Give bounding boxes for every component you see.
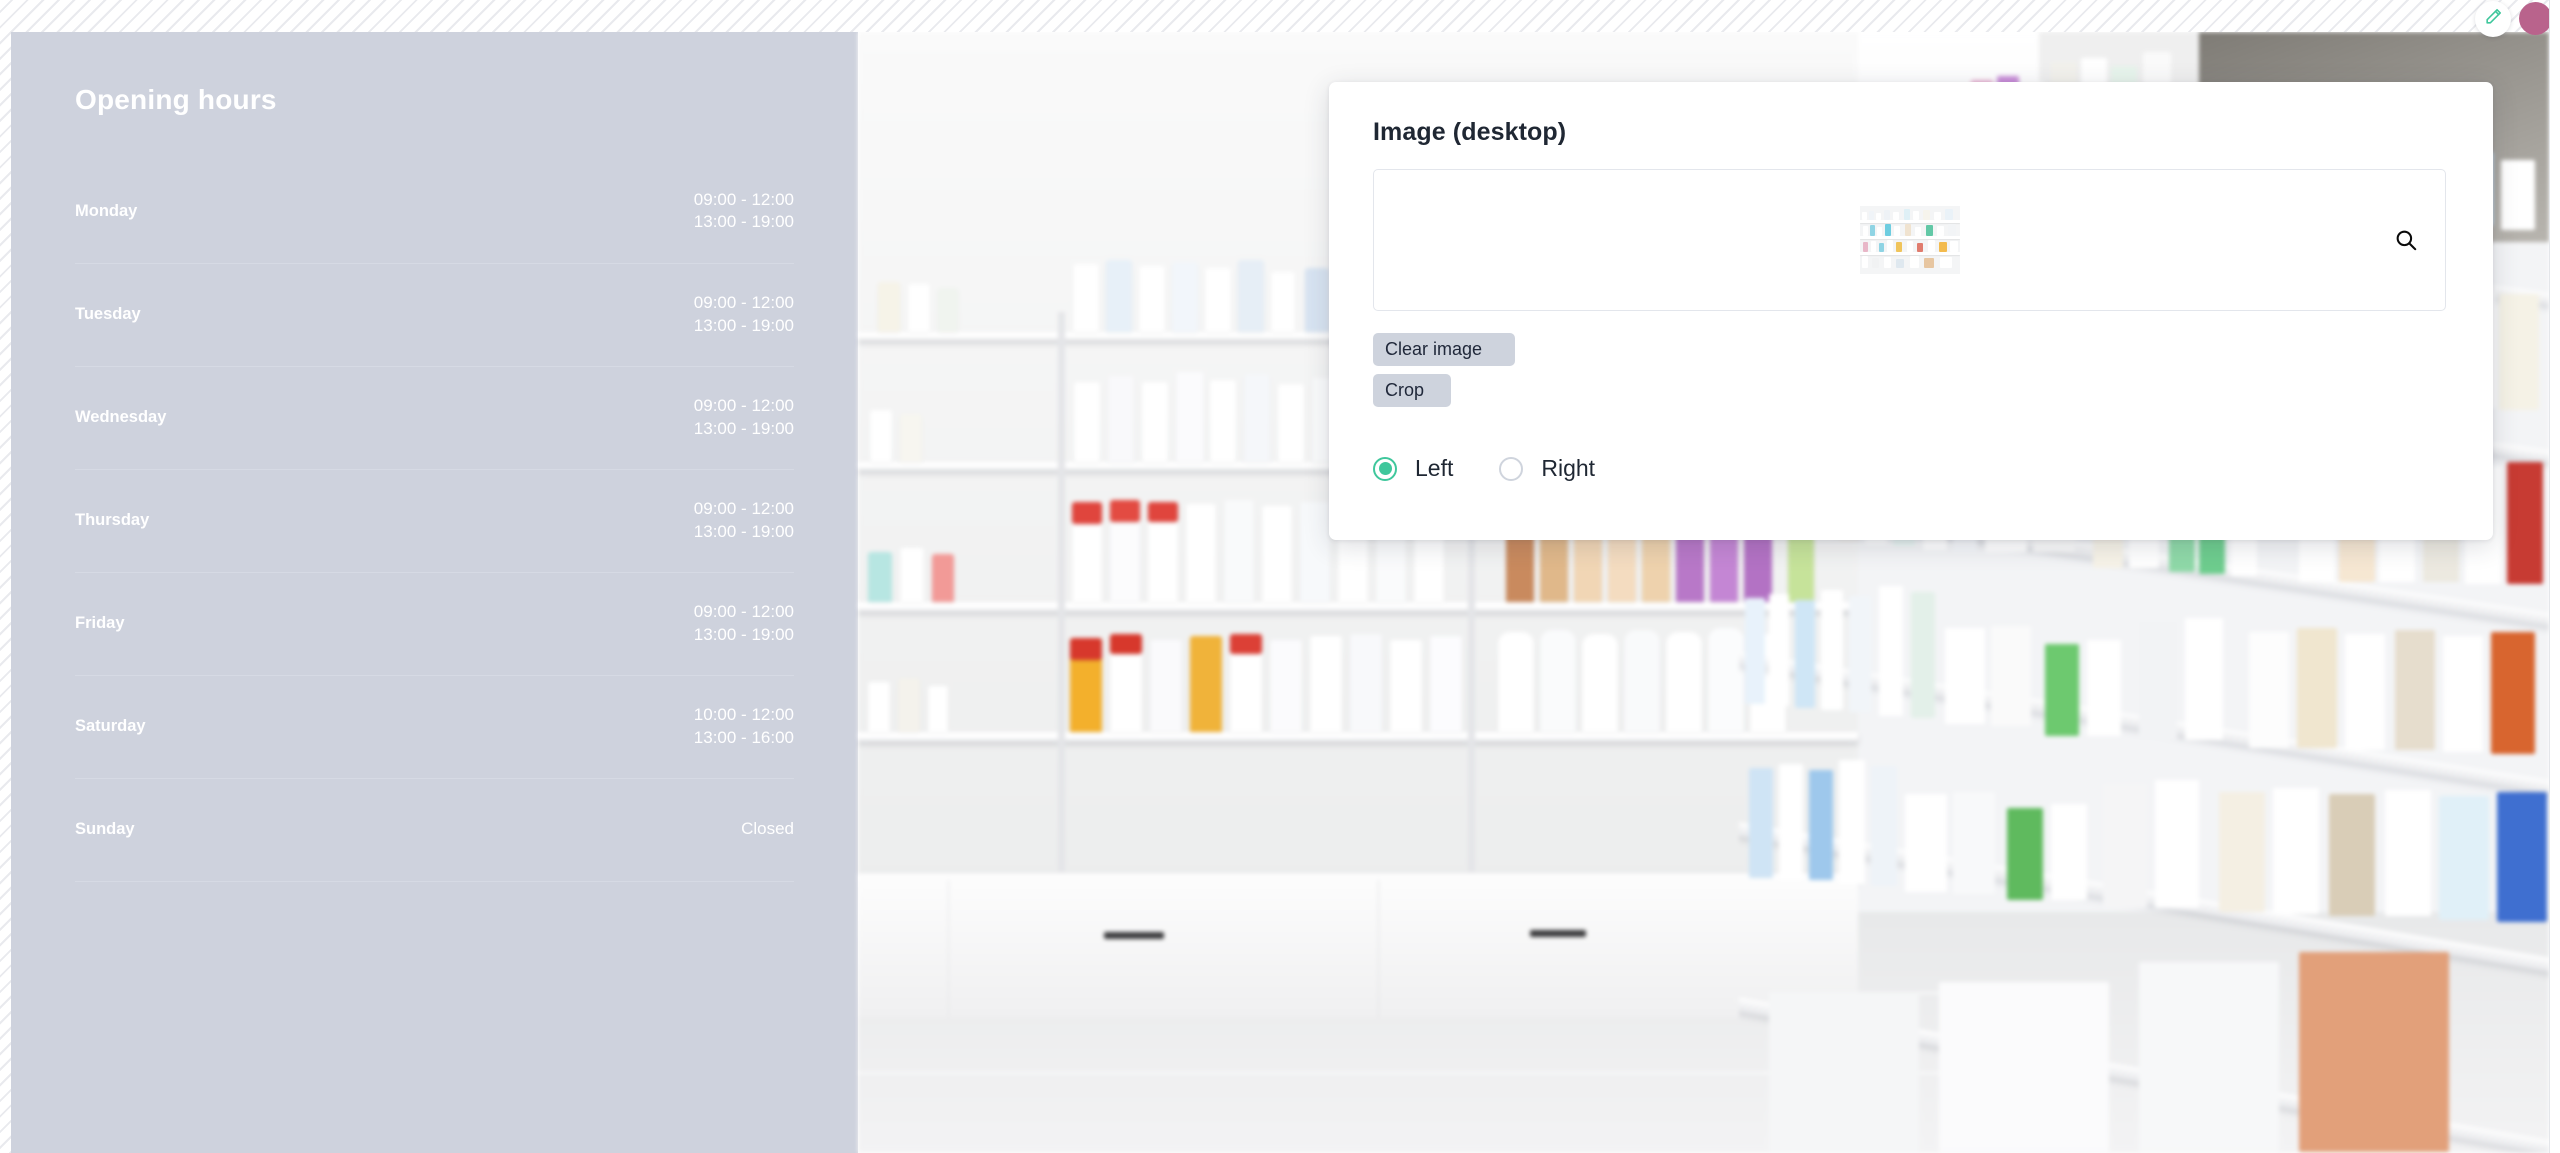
day-hours: 09:00 - 12:00 13:00 - 19:00 xyxy=(417,572,794,676)
modal-title: Image (desktop) xyxy=(1373,118,1567,146)
pencil-icon xyxy=(2484,7,2503,31)
crop-button[interactable]: Crop xyxy=(1373,374,1451,407)
opening-hours-table: Monday 09:00 - 12:00 13:00 - 19:00 Tuesd… xyxy=(75,160,794,882)
time-range: 09:00 - 12:00 xyxy=(693,189,794,209)
table-row: Saturday 10:00 - 12:00 13:00 - 16:00 xyxy=(75,675,794,779)
day-hours: 09:00 - 12:00 13:00 - 19:00 xyxy=(417,263,794,367)
day-label: Thursday xyxy=(75,469,418,573)
alignment-radio-group: Left Right xyxy=(1373,455,1641,482)
site-canvas: Opening hours Monday 09:00 - 12:00 13:00… xyxy=(11,32,2549,1153)
day-hours: 09:00 - 12:00 13:00 - 19:00 xyxy=(417,160,794,264)
day-label: Saturday xyxy=(75,675,418,779)
closed-status: Closed xyxy=(741,819,794,839)
time-range: 10:00 - 12:00 xyxy=(693,705,794,725)
day-label: Tuesday xyxy=(75,263,418,367)
day-hours: 10:00 - 12:00 13:00 - 16:00 xyxy=(417,675,794,779)
clear-image-button[interactable]: Clear image xyxy=(1373,333,1515,366)
time-range: 13:00 - 19:00 xyxy=(693,521,794,541)
radio-label-left: Left xyxy=(1415,455,1454,481)
time-range: 09:00 - 12:00 xyxy=(693,499,794,519)
table-row: Friday 09:00 - 12:00 13:00 - 19:00 xyxy=(75,572,794,676)
modal-action-buttons: Clear image Crop xyxy=(1373,333,2449,415)
time-range: 09:00 - 12:00 xyxy=(693,293,794,313)
day-label: Sunday xyxy=(75,778,418,882)
image-thumbnail-preview[interactable] xyxy=(1859,206,1960,274)
time-range: 13:00 - 19:00 xyxy=(693,418,794,438)
day-hours: 09:00 - 12:00 13:00 - 19:00 xyxy=(417,469,794,573)
image-settings-modal: Image (desktop) Clear image Crop Left Ri… xyxy=(1329,82,2493,540)
day-label: Monday xyxy=(75,160,418,264)
day-label: Wednesday xyxy=(75,366,418,470)
radio-option-right[interactable]: Right xyxy=(1499,455,1595,482)
table-row: Wednesday 09:00 - 12:00 13:00 - 19:00 xyxy=(75,366,794,470)
time-range: 13:00 - 19:00 xyxy=(693,315,794,335)
time-range: 13:00 - 19:00 xyxy=(693,212,794,232)
edit-page-button[interactable] xyxy=(2475,1,2511,37)
table-row: Sunday Closed xyxy=(75,778,794,882)
radio-label-right: Right xyxy=(1541,455,1596,481)
page-title: Opening hours xyxy=(75,84,277,115)
time-range: 09:00 - 12:00 xyxy=(693,602,794,622)
table-row: Thursday 09:00 - 12:00 13:00 - 19:00 xyxy=(75,469,794,573)
avatar[interactable] xyxy=(2519,2,2552,35)
day-label: Friday xyxy=(75,572,418,676)
day-hours: 09:00 - 12:00 13:00 - 19:00 xyxy=(417,366,794,470)
table-row: Monday 09:00 - 12:00 13:00 - 19:00 xyxy=(75,160,794,264)
page-root: Opening hours Monday 09:00 - 12:00 13:00… xyxy=(0,0,2560,1153)
time-range: 13:00 - 16:00 xyxy=(693,727,794,747)
page-scrollbar[interactable] xyxy=(2549,0,2560,1153)
search-icon[interactable] xyxy=(2391,225,2421,255)
radio-dot-right[interactable] xyxy=(1499,456,1524,481)
radio-dot-left[interactable] xyxy=(1373,456,1397,481)
image-dropzone[interactable] xyxy=(1373,169,2446,311)
table-row: Tuesday 09:00 - 12:00 13:00 - 19:00 xyxy=(75,263,794,367)
time-range: 09:00 - 12:00 xyxy=(693,396,794,416)
time-range: 13:00 - 19:00 xyxy=(693,624,794,644)
opening-hours-panel: Opening hours Monday 09:00 - 12:00 13:00… xyxy=(11,32,858,1153)
day-hours: Closed xyxy=(417,778,794,882)
radio-option-left[interactable]: Left xyxy=(1373,455,1453,482)
